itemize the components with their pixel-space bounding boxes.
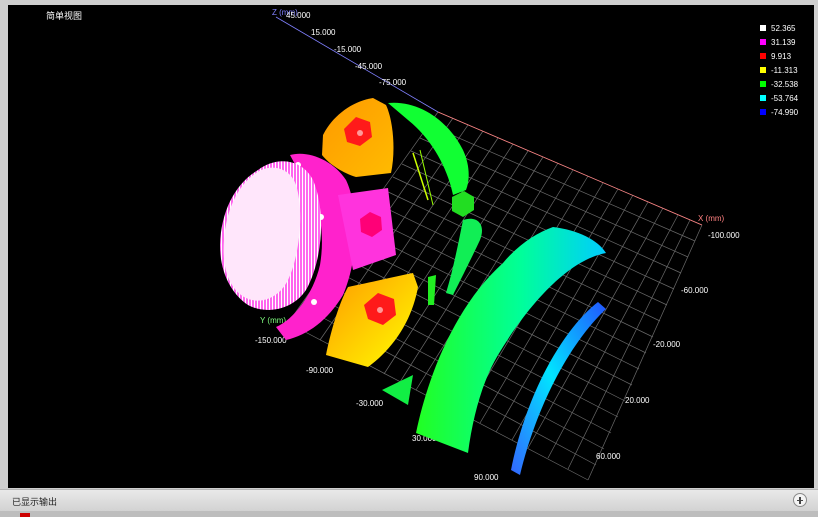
- ring-hole: [311, 299, 317, 305]
- legend-swatch: [760, 81, 766, 87]
- y-tick: -90.000: [306, 366, 334, 375]
- x-tick: 20.000: [625, 396, 650, 405]
- legend-value: -74.990: [771, 107, 799, 117]
- z-tick: -75.000: [379, 78, 407, 87]
- bottom-strip: [0, 511, 818, 517]
- legend-swatch: [760, 25, 766, 31]
- plus-circle-icon[interactable]: [793, 493, 807, 507]
- x-tick: 60.000: [596, 452, 621, 461]
- z-tick: -45.000: [355, 62, 383, 71]
- x-tick: -20.000: [653, 340, 681, 349]
- point-cloud-green-shard: [382, 375, 413, 405]
- legend-item: -53.764: [760, 91, 814, 105]
- point-cloud-blue-arc: [511, 302, 606, 475]
- app-window: Z (mm) X (mm) Y (mm) 45.000 15.000 -15.0…: [0, 0, 818, 517]
- z-tick: -15.000: [334, 45, 362, 54]
- legend-swatch: [760, 67, 766, 73]
- x-tick: -100.000: [708, 231, 740, 240]
- legend-value: -32.538: [771, 79, 799, 89]
- x-axis-label: X (mm): [698, 214, 725, 223]
- legend-item: -74.990: [760, 105, 814, 119]
- point-cloud-green-middle-arc: [446, 218, 483, 295]
- 3d-point-cloud-viewport[interactable]: Z (mm) X (mm) Y (mm) 45.000 15.000 -15.0…: [8, 5, 814, 488]
- legend-value: -53.764: [771, 93, 799, 103]
- bolt-highlight: [377, 307, 383, 313]
- legend-item: -32.538: [760, 77, 814, 91]
- red-indicator: [20, 513, 30, 517]
- legend-value: 31.139: [771, 37, 796, 47]
- z-tick: 15.000: [311, 28, 336, 37]
- bolt-highlight: [357, 130, 363, 136]
- output-status-bar: 已显示输出: [0, 489, 818, 511]
- legend-item: 9.913: [760, 49, 814, 63]
- y-tick: -150.000: [255, 336, 287, 345]
- legend-item: -11.313: [760, 63, 814, 77]
- output-status-text: 已显示输出: [12, 498, 58, 508]
- legend-value: 52.365: [771, 23, 796, 33]
- legend-swatch: [760, 53, 766, 59]
- z-tick: 45.000: [286, 11, 311, 20]
- legend-value: -11.313: [771, 65, 798, 75]
- legend-value: 9.913: [771, 51, 792, 61]
- color-scale-legend: 52.365 31.139 9.913 -11.313 -32.538 -53.…: [760, 21, 814, 119]
- point-cloud-green-lower-bits: [428, 275, 436, 305]
- view-title: 简单视图: [46, 12, 83, 22]
- legend-swatch: [760, 109, 766, 115]
- x-tick: -60.000: [681, 286, 709, 295]
- legend-swatch: [760, 95, 766, 101]
- legend-swatch: [760, 39, 766, 45]
- y-tick: 90.000: [474, 473, 499, 482]
- y-tick: -30.000: [356, 399, 384, 408]
- legend-item: 31.139: [760, 35, 814, 49]
- point-cloud-canvas[interactable]: Z (mm) X (mm) Y (mm) 45.000 15.000 -15.0…: [8, 5, 814, 488]
- point-cloud-green-upper-arc: [388, 102, 469, 195]
- legend-item: 52.365: [760, 21, 814, 35]
